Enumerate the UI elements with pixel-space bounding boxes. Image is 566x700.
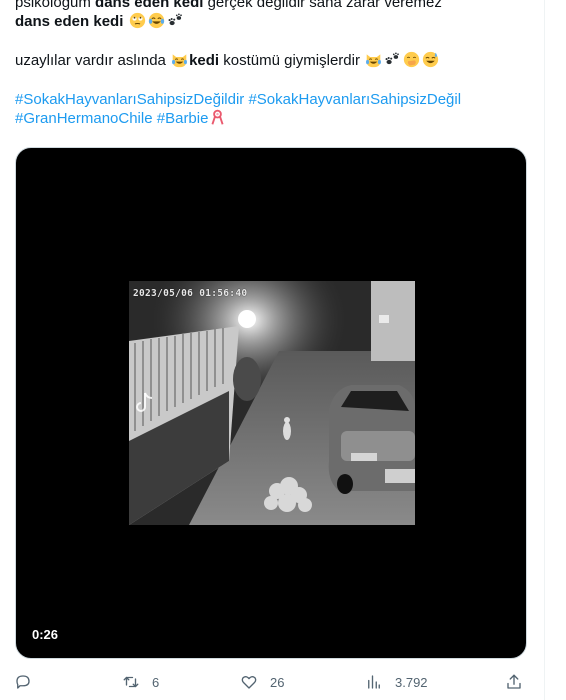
tweet-page: psikoloğum dans eden kedi gerçek değildi…: [0, 0, 566, 700]
views-icon: [368, 675, 380, 689]
hashtag-line-2: #GranHermanoChile #Barbie: [15, 109, 535, 128]
text-fragment: kostümü giymişlerdir: [219, 52, 360, 69]
heart-icon: [241, 675, 257, 689]
sweat-smile-emoji: [422, 51, 439, 68]
rolling-eyes-emoji: [129, 12, 146, 29]
column-divider: [544, 0, 545, 700]
joy-cat-emoji: [365, 51, 382, 68]
video-duration: 0:26: [32, 627, 59, 642]
views-button[interactable]: 3.792: [365, 670, 428, 694]
tweet-actions: 6 26 3.792: [0, 670, 544, 694]
joy-cat-emoji: [171, 51, 188, 68]
tweet-line-3: uzaylılar vardır aslında kedi kostümü gi…: [15, 51, 535, 70]
cctv-video-frame[interactable]: 2023/05/06 01:56:40: [129, 281, 415, 525]
share-icon: [507, 674, 521, 689]
hashtag-link[interactable]: #GranHermanoChile: [15, 110, 153, 127]
reply-icon: [16, 675, 30, 689]
tweet-line-1: psikoloğum dans eden kedi gerçek değildi…: [15, 0, 535, 12]
views-count: 3.792: [395, 674, 428, 690]
hashtag-link[interactable]: #SokakHayvanlarıSahipsizDeğildir: [15, 91, 244, 108]
paw-prints-emoji: [167, 12, 184, 29]
text-fragment: gerçek değildir sana zarar veremez: [203, 0, 442, 11]
bold-text: dans eden kedi: [15, 13, 124, 30]
retweet-button[interactable]: 6: [122, 670, 159, 694]
video-player[interactable]: 2023/05/06 01:56:40 0:26: [15, 147, 527, 659]
cctv-scene: [129, 281, 415, 525]
share-button[interactable]: [505, 670, 523, 694]
text-fragment: psikoloğum: [15, 0, 96, 11]
text-fragment: uzaylılar vardır aslında: [15, 52, 171, 69]
hashtag-link[interactable]: #SokakHayvanlarıSahipsizDeğil: [248, 91, 461, 108]
hand-over-mouth-emoji: [403, 51, 420, 68]
tweet-line-2: dans eden kedi: [15, 12, 535, 31]
tweet-text: psikoloğum dans eden kedi gerçek değildi…: [15, 0, 535, 128]
hashtag-line-1: #SokakHayvanlarıSahipsizDeğildir #SokakH…: [15, 90, 535, 109]
retweet-icon: [123, 676, 139, 688]
paw-prints-emoji: [384, 51, 401, 68]
like-button[interactable]: 26: [240, 670, 284, 694]
like-count: 26: [270, 674, 285, 690]
reply-button[interactable]: [14, 670, 44, 694]
retweet-count: 6: [152, 674, 160, 690]
hashtag-link[interactable]: #Barbie: [157, 110, 209, 127]
bold-text: dans eden kedi: [95, 0, 204, 11]
joy-emoji: [148, 12, 165, 29]
bold-text: kedi: [189, 52, 220, 69]
cctv-timestamp: 2023/05/06 01:56:40: [133, 288, 248, 299]
pink-ribbon-emoji: [209, 109, 226, 126]
